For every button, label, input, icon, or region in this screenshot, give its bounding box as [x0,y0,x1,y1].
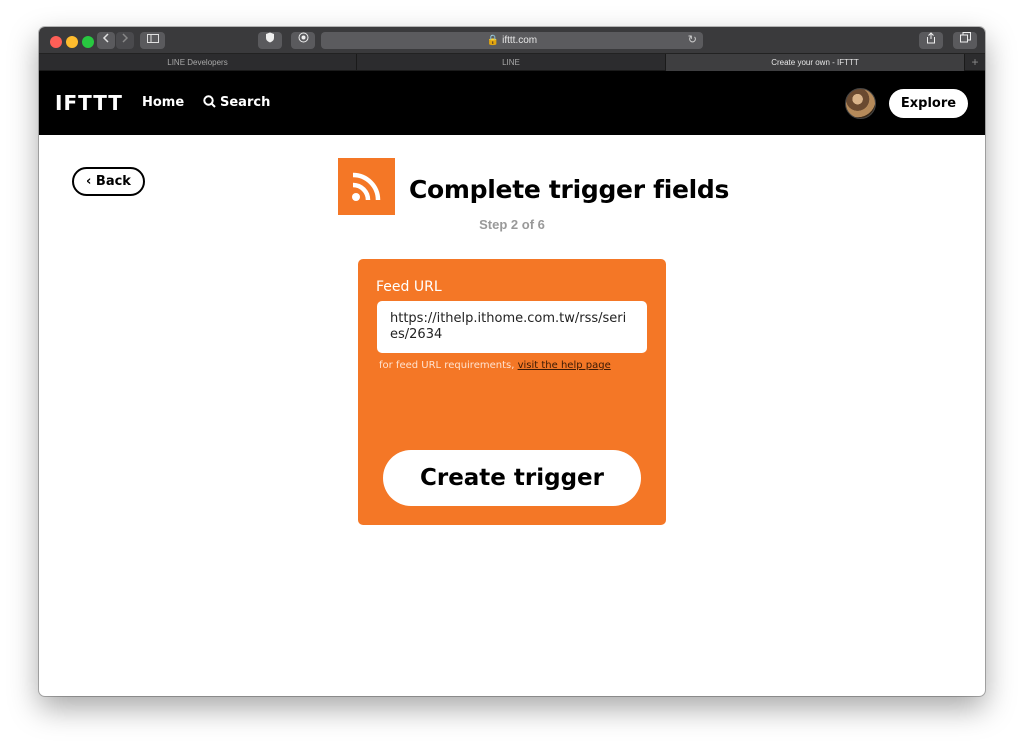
tabs-icon [959,32,971,43]
address-bar[interactable]: 🔒 ifttt.com ↻ [321,32,703,49]
tab-line[interactable]: LINE [357,54,666,71]
tab-line-developers[interactable]: LINE Developers [39,54,357,71]
help-text-prefix: for feed URL requirements, [379,360,518,371]
sidebar-toggle-button[interactable] [140,32,165,49]
back-nav-button[interactable] [97,32,115,49]
user-avatar[interactable] [845,88,876,119]
tab-bar: LINE Developers LINE Create your own - I… [39,54,985,71]
address-text: ifttt.com [502,35,538,46]
chevron-left-icon [102,33,109,43]
sidebar-icon [146,34,159,43]
site-header: IFTTT Home Search Explore [39,71,985,135]
shield-icon [266,32,274,43]
share-button[interactable] [919,32,943,49]
share-icon [927,32,935,44]
nav-home-link[interactable]: Home [142,95,184,110]
chevron-right-icon [122,33,129,43]
create-trigger-button[interactable]: Create trigger [383,450,641,506]
rss-icon [338,158,395,215]
page-title: Complete trigger fields [409,175,730,204]
password-extension-button[interactable] [291,32,315,49]
close-window-button[interactable] [50,36,62,48]
minimize-window-button[interactable] [66,36,78,48]
explore-button[interactable]: Explore [889,89,968,118]
step-indicator: Step 2 of 6 [479,217,545,232]
feed-url-label: Feed URL [376,279,442,295]
help-text: for feed URL requirements, visit the hel… [379,360,611,371]
feed-url-input[interactable]: https://ithelp.ithome.com.tw/rss/series/… [377,301,647,353]
reload-icon[interactable]: ↻ [688,32,697,49]
forward-nav-button[interactable] [116,32,134,49]
nav-search-link[interactable]: Search [203,95,270,110]
back-label: Back [95,174,131,189]
chevron-left-icon: ‹ [86,174,92,189]
lock-icon: 🔒 [486,35,500,46]
browser-window: 🔒 ifttt.com ↻ LINE Developers LINE Creat… [39,27,985,696]
ifttt-logo[interactable]: IFTTT [55,91,123,115]
new-tab-button[interactable]: + [965,54,985,71]
nav-search-label: Search [220,95,271,110]
tabs-overview-button[interactable] [953,32,977,49]
maximize-window-button[interactable] [82,36,94,48]
target-icon [298,32,308,43]
trigger-fields-card: Feed URL https://ithelp.ithome.com.tw/rs… [358,259,666,525]
browser-toolbar: 🔒 ifttt.com ↻ [39,27,985,54]
tab-ifttt[interactable]: Create your own - IFTTT [666,54,965,71]
extension-button[interactable] [258,32,282,49]
help-page-link[interactable]: visit the help page [518,360,611,371]
back-button[interactable]: ‹ Back [72,167,145,196]
search-icon [203,95,216,108]
